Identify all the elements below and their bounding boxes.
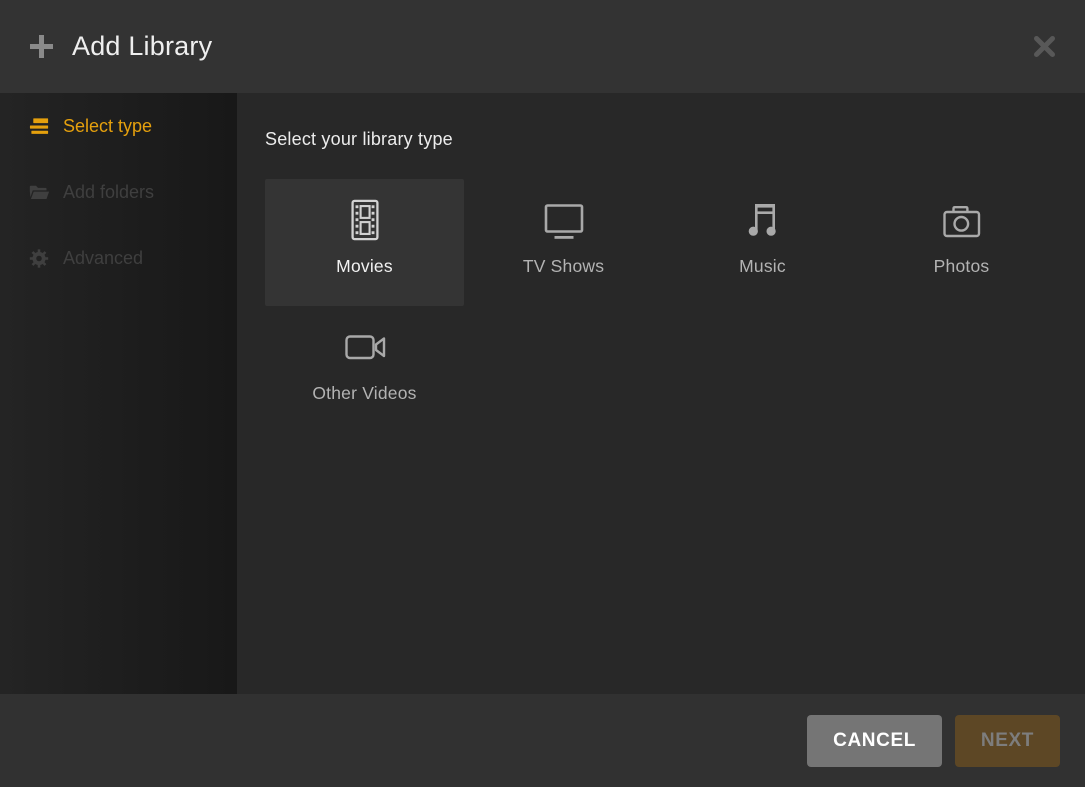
- gear-icon: [28, 247, 50, 270]
- library-type-movies[interactable]: Movies: [265, 179, 464, 306]
- library-type-photos[interactable]: Photos: [862, 179, 1061, 306]
- film-icon: [344, 195, 386, 245]
- dialog-footer: CANCEL NEXT: [0, 694, 1085, 787]
- sidebar-item-select-type[interactable]: Select type: [0, 93, 237, 159]
- library-type-label: Movies: [336, 256, 393, 277]
- steps-sidebar: Select type Add folders: [0, 93, 237, 694]
- library-type-other-videos[interactable]: Other Videos: [265, 306, 464, 433]
- sidebar-item-label: Advanced: [63, 248, 143, 269]
- library-type-label: Music: [739, 256, 786, 277]
- library-type-label: Other Videos: [312, 383, 416, 404]
- dialog-body: Select type Add folders: [0, 93, 1085, 694]
- library-type-grid: Movies TV Shows: [265, 179, 1061, 433]
- music-note-icon: [743, 195, 783, 245]
- library-type-label: Photos: [934, 256, 990, 277]
- library-type-music[interactable]: Music: [663, 179, 862, 306]
- next-button[interactable]: NEXT: [955, 715, 1060, 767]
- library-type-label: TV Shows: [523, 256, 604, 277]
- camera-icon: [940, 195, 984, 245]
- dialog-title: Add Library: [72, 31, 212, 62]
- video-camera-icon: [342, 322, 388, 372]
- list-icon: [28, 116, 50, 136]
- panel-heading: Select your library type: [265, 129, 1061, 150]
- library-type-tv-shows[interactable]: TV Shows: [464, 179, 663, 306]
- add-library-dialog: Add Library Select type: [0, 0, 1085, 787]
- folder-icon: [28, 182, 50, 203]
- sidebar-item-label: Select type: [63, 116, 152, 137]
- sidebar-item-advanced: Advanced: [0, 225, 237, 291]
- close-icon[interactable]: [1029, 32, 1059, 62]
- sidebar-item-label: Add folders: [63, 182, 154, 203]
- dialog-header: Add Library: [0, 0, 1085, 93]
- cancel-button[interactable]: CANCEL: [807, 715, 942, 767]
- sidebar-item-add-folders: Add folders: [0, 159, 237, 225]
- library-type-panel: Select your library type: [237, 93, 1085, 694]
- tv-icon: [541, 195, 587, 245]
- plus-icon: [28, 33, 55, 60]
